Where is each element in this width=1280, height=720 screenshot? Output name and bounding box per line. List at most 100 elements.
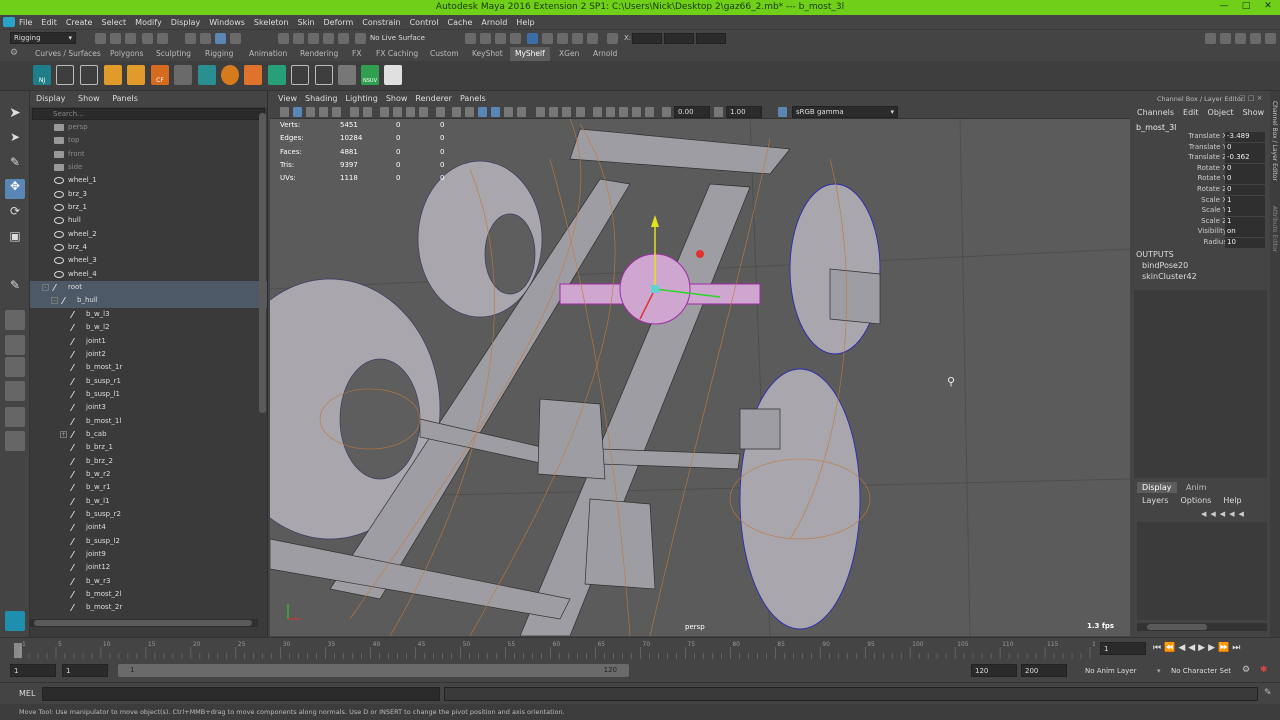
gamma-field[interactable]: 1.00 xyxy=(726,106,762,118)
playback-end-field[interactable]: 120 xyxy=(971,664,1017,677)
outliner-item-b-most-2l[interactable]: b_most_2l xyxy=(30,588,267,601)
redo-icon[interactable] xyxy=(157,33,168,44)
smooth-shade-icon[interactable] xyxy=(465,107,474,117)
shelf-tab-arnold[interactable]: Arnold xyxy=(588,47,622,61)
channel-value[interactable]: on xyxy=(1225,227,1265,238)
transform-mode-icon[interactable] xyxy=(607,33,618,44)
step-back-key-icon[interactable]: ⏪ xyxy=(1164,643,1178,653)
menu-file[interactable]: File xyxy=(19,18,32,27)
save-scene-icon[interactable] xyxy=(125,33,136,44)
outliner-item-b-susp-l1[interactable]: b_susp_l1 xyxy=(30,388,267,401)
shelf-options-icon[interactable]: ⚙ xyxy=(10,48,20,58)
outliner-item-hull[interactable]: hull xyxy=(30,214,267,227)
light-editor-icon[interactable] xyxy=(557,33,568,44)
snap-grid-icon[interactable] xyxy=(278,33,289,44)
start-time-field[interactable]: 1 xyxy=(10,664,56,677)
menu-help[interactable]: Help xyxy=(516,18,534,27)
open-scene-icon[interactable] xyxy=(110,33,121,44)
outliner-item-b-susp-l2[interactable]: b_susp_l2 xyxy=(30,535,267,548)
layer-hscroll[interactable] xyxy=(1137,623,1267,631)
shelf-tab-fx[interactable]: FX xyxy=(347,47,366,61)
side-tab-channel-box[interactable]: Channel Box / Layer Editor xyxy=(1271,101,1278,181)
shelf-tab-custom[interactable]: Custom xyxy=(425,47,464,61)
outliner-item-joint9[interactable]: joint9 xyxy=(30,548,267,561)
channel-row[interactable]: Rotate Y0 xyxy=(1131,174,1270,185)
outliner-item-b-w-l1[interactable]: b_w_l1 xyxy=(30,495,267,508)
channel-row[interactable]: Radius 10 xyxy=(1131,238,1270,249)
outliner-item-b-cab[interactable]: + b_cab xyxy=(30,428,267,441)
arnold-render-icon[interactable] xyxy=(572,33,583,44)
outliner-item-front[interactable]: front xyxy=(30,148,267,161)
outliner-item-b-w-r1[interactable]: b_w_r1 xyxy=(30,481,267,494)
shelf-tab-myshelf[interactable]: MyShelf xyxy=(510,47,550,61)
shelf-nsuv-button[interactable]: NSUV xyxy=(361,65,379,85)
side-layout-icon[interactable] xyxy=(5,357,25,377)
shadows-icon[interactable] xyxy=(517,107,526,117)
gamma-icon[interactable] xyxy=(714,107,723,117)
channel-row[interactable]: Scale Z1 xyxy=(1131,216,1270,228)
menu-modify[interactable]: Modify xyxy=(135,18,162,27)
shelf-green-button[interactable] xyxy=(268,65,286,85)
viewport-scene[interactable] xyxy=(270,119,1130,636)
channel-menu-channels[interactable]: Channels xyxy=(1137,108,1174,117)
grease-pencil-icon[interactable] xyxy=(350,107,359,117)
channel-value[interactable]: -0.362 xyxy=(1225,153,1265,164)
viewport-menu-show[interactable]: Show xyxy=(386,94,408,103)
coord-z-field[interactable] xyxy=(696,33,726,44)
outliner-item-b-w-l3[interactable]: b_w_l3 xyxy=(30,308,267,321)
channel-row[interactable]: Translate Y0 xyxy=(1131,142,1270,154)
render-settings-icon[interactable] xyxy=(510,33,521,44)
channel-value[interactable]: 1 xyxy=(1225,206,1265,217)
shelf-tab-curves-surfaces[interactable]: Curves / Surfaces xyxy=(30,47,106,61)
attribute-editor-icon[interactable] xyxy=(1220,33,1231,44)
lights-icon[interactable] xyxy=(504,107,513,117)
script-editor-icon[interactable]: ✎ xyxy=(1264,688,1272,698)
preferences-icon[interactable]: ✱ xyxy=(1260,665,1268,675)
outliner-item-brz-4[interactable]: brz_4 xyxy=(30,241,267,254)
shelf-grid-button[interactable] xyxy=(56,65,74,85)
channel-menu-edit[interactable]: Edit xyxy=(1183,108,1199,117)
menu-arnold[interactable]: Arnold xyxy=(481,18,507,27)
outliner-menu-show[interactable]: Show xyxy=(78,94,100,103)
lasso-tool-icon[interactable]: ➤ xyxy=(5,130,25,150)
shelf-tab-sculpting[interactable]: Sculpting xyxy=(151,47,196,61)
outliner-search-input[interactable]: Search... xyxy=(32,108,265,120)
menu-edit[interactable]: Edit xyxy=(41,18,57,27)
menu-select[interactable]: Select xyxy=(101,18,126,27)
viewport-menu-lighting[interactable]: Lighting xyxy=(345,94,377,103)
x-ray-components-icon[interactable] xyxy=(632,107,641,117)
camera-attr-icon[interactable] xyxy=(293,107,302,117)
render-frame-icon[interactable] xyxy=(465,33,476,44)
film-gate-icon[interactable] xyxy=(380,107,389,117)
go-to-start-icon[interactable]: ⏮ xyxy=(1153,643,1164,653)
channel-row[interactable]: Rotate Z0 xyxy=(1131,185,1270,196)
menu-deform[interactable]: Deform xyxy=(324,18,354,27)
channel-value[interactable]: 0 xyxy=(1225,185,1265,195)
undo-icon[interactable] xyxy=(142,33,153,44)
render-setup-icon[interactable] xyxy=(542,33,553,44)
shelf-curve-button[interactable] xyxy=(338,65,356,85)
shelf-tool-button[interactable] xyxy=(174,65,192,85)
select-mask-icon[interactable] xyxy=(230,33,241,44)
auto-key-icon[interactable]: ⚙ xyxy=(1242,665,1250,675)
graph-layout-icon[interactable] xyxy=(5,407,25,427)
channel-value[interactable]: -3.489 xyxy=(1225,132,1265,142)
outliner-layout-icon[interactable] xyxy=(5,381,25,401)
output-item-bindpose[interactable]: bindPose20 xyxy=(1142,261,1188,270)
menu-display[interactable]: Display xyxy=(171,18,201,27)
anim-layer-label[interactable]: No Anim Layer xyxy=(1085,667,1136,675)
outliner-item-wheel-4[interactable]: wheel_4 xyxy=(30,268,267,281)
channel-row[interactable]: Scale Y1 xyxy=(1131,206,1270,217)
outliner-item-b-most-2r[interactable]: b_most_2r xyxy=(30,601,267,614)
color-management-icon[interactable] xyxy=(778,107,787,117)
textured-icon[interactable] xyxy=(491,107,500,117)
layer-menu-help[interactable]: Help xyxy=(1223,496,1241,505)
coord-y-field[interactable] xyxy=(664,33,694,44)
shelf-cube2-button[interactable] xyxy=(127,65,145,85)
play-forward-icon[interactable]: ▶ xyxy=(1198,643,1208,653)
range-slider[interactable]: 1 120 xyxy=(118,664,629,677)
outliner-item-b-w-l2[interactable]: b_w_l2 xyxy=(30,321,267,334)
outliner-item-b-most-1r[interactable]: b_most_1r xyxy=(30,361,267,374)
viewport-menu-panels[interactable]: Panels xyxy=(460,94,486,103)
expand-toggle-icon[interactable]: - xyxy=(42,284,49,292)
